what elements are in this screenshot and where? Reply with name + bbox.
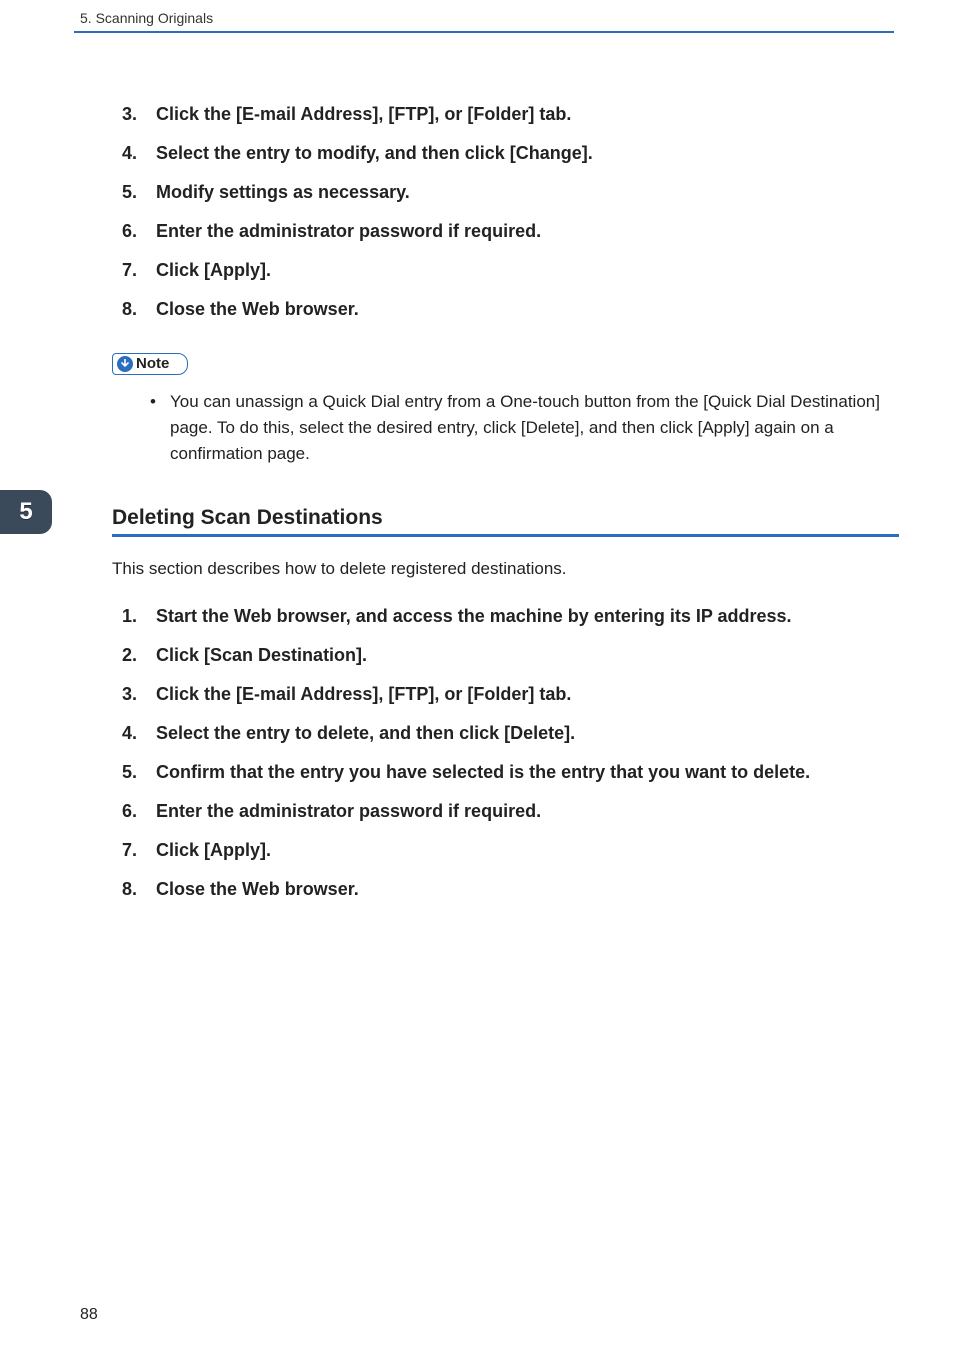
- step-item: 4. Select the entry to modify, and then …: [112, 140, 899, 167]
- note-bullet-list: You can unassign a Quick Dial entry from…: [112, 389, 899, 468]
- delete-steps-list: 1. Start the Web browser, and access the…: [112, 603, 899, 903]
- step-item: 4. Select the entry to delete, and then …: [112, 720, 899, 747]
- step-number: 1.: [122, 603, 137, 630]
- step-number: 4.: [122, 720, 137, 747]
- step-text: Select the entry to modify, and then cli…: [156, 143, 593, 163]
- step-text: Click [Apply].: [156, 260, 271, 280]
- step-item: 2. Click [Scan Destination].: [112, 642, 899, 669]
- page-number: 88: [80, 1306, 98, 1324]
- step-number: 6.: [122, 798, 137, 825]
- step-item: 7. Click [Apply].: [112, 257, 899, 284]
- step-number: 8.: [122, 876, 137, 903]
- step-item: 8. Close the Web browser.: [112, 296, 899, 323]
- step-number: 7.: [122, 837, 137, 864]
- continuing-steps-list: 3. Click the [E-mail Address], [FTP], or…: [112, 101, 899, 323]
- section-lead: This section describes how to delete reg…: [112, 559, 899, 579]
- step-item: 5. Confirm that the entry you have selec…: [112, 759, 899, 786]
- step-item: 7. Click [Apply].: [112, 837, 899, 864]
- step-text: Confirm that the entry you have selected…: [156, 762, 810, 782]
- running-header: 5. Scanning Originals: [0, 0, 959, 29]
- step-text: Close the Web browser.: [156, 299, 359, 319]
- step-text: Click [Scan Destination].: [156, 645, 367, 665]
- step-number: 3.: [122, 101, 137, 128]
- note-item: You can unassign a Quick Dial entry from…: [156, 389, 899, 468]
- note-label: Note: [112, 353, 188, 375]
- step-item: 8. Close the Web browser.: [112, 876, 899, 903]
- arrow-down-icon: [117, 356, 133, 372]
- step-item: 6. Enter the administrator password if r…: [112, 218, 899, 245]
- step-item: 6. Enter the administrator password if r…: [112, 798, 899, 825]
- step-text: Click [Apply].: [156, 840, 271, 860]
- section-heading: Deleting Scan Destinations: [112, 506, 899, 534]
- step-number: 3.: [122, 681, 137, 708]
- page-content: 3. Click the [E-mail Address], [FTP], or…: [0, 33, 959, 903]
- step-text: Click the [E-mail Address], [FTP], or [F…: [156, 104, 571, 124]
- step-item: 5. Modify settings as necessary.: [112, 179, 899, 206]
- step-number: 5.: [122, 759, 137, 786]
- step-text: Select the entry to delete, and then cli…: [156, 723, 575, 743]
- running-title: 5. Scanning Originals: [80, 10, 213, 26]
- section-heading-rule: [112, 534, 899, 537]
- step-number: 7.: [122, 257, 137, 284]
- step-text: Close the Web browser.: [156, 879, 359, 899]
- step-text: Modify settings as necessary.: [156, 182, 410, 202]
- step-text: Click the [E-mail Address], [FTP], or [F…: [156, 684, 571, 704]
- step-item: 3. Click the [E-mail Address], [FTP], or…: [112, 681, 899, 708]
- step-text: Enter the administrator password if requ…: [156, 801, 541, 821]
- chapter-number: 5: [19, 498, 32, 526]
- step-text: Enter the administrator password if requ…: [156, 221, 541, 241]
- step-item: 1. Start the Web browser, and access the…: [112, 603, 899, 630]
- note-label-text: Note: [136, 355, 169, 372]
- step-number: 6.: [122, 218, 137, 245]
- note-text: You can unassign a Quick Dial entry from…: [170, 392, 880, 464]
- step-number: 5.: [122, 179, 137, 206]
- step-number: 8.: [122, 296, 137, 323]
- step-text: Start the Web browser, and access the ma…: [156, 606, 792, 626]
- step-number: 4.: [122, 140, 137, 167]
- step-number: 2.: [122, 642, 137, 669]
- chapter-tab: 5: [0, 490, 52, 534]
- step-item: 3. Click the [E-mail Address], [FTP], or…: [112, 101, 899, 128]
